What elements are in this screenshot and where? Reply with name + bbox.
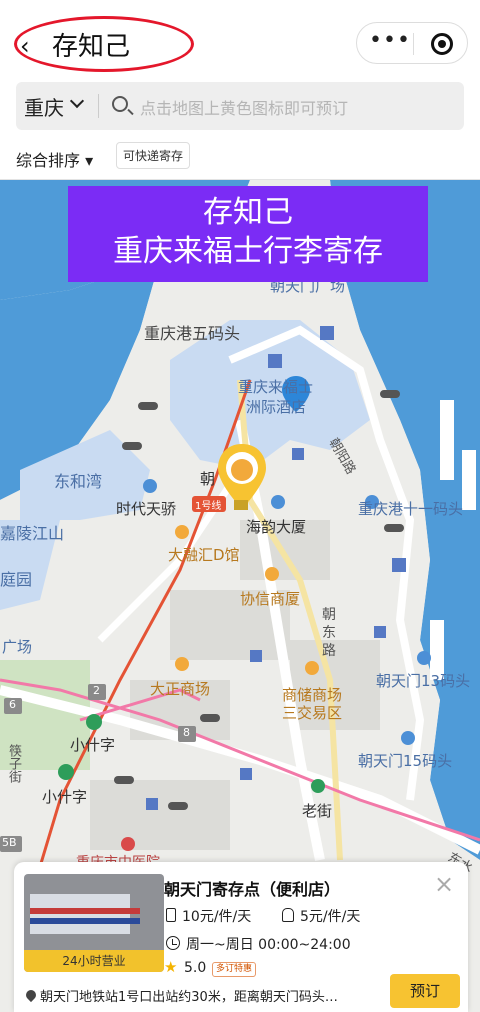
label-tingyuan: 庭园	[0, 570, 33, 589]
label-laifushi-1: 重庆来福士	[238, 378, 314, 396]
search-icon	[112, 96, 128, 112]
label-dongheman: 东和湾	[54, 472, 103, 491]
rating-value: 5.0	[184, 960, 207, 976]
price-large: 5元/件/天	[300, 909, 361, 925]
store-name: 朝天门寄存点（便利店）	[164, 880, 341, 899]
label-chaodong-3: 路	[322, 643, 336, 659]
label-wumatou: 重庆港五码头	[144, 324, 241, 343]
label-dazheng: 大正商场	[150, 680, 211, 698]
large-luggage-icon	[282, 908, 294, 922]
label-kuaijie: 筷子街	[6, 744, 21, 783]
label-guangchang: 广场	[2, 638, 33, 656]
discount-badge: 多订特惠	[212, 962, 257, 977]
top-header: ‹ 存知己 ••• 重庆 点击地图上黄色图标即可预订 综合排序 ▾ 可快递寄存	[0, 0, 480, 180]
thumb-stripe-blue	[30, 918, 140, 924]
thumb-sign	[30, 894, 130, 934]
business-hours: 周一~周日 00:00~24:00	[186, 937, 351, 953]
city-selector[interactable]: 重庆	[24, 92, 64, 121]
location-pin-icon	[23, 987, 39, 1003]
label-laifushi-2: 洲际酒店	[246, 398, 307, 416]
search-bar[interactable]: 重庆 点击地图上黄色图标即可预订	[16, 82, 464, 130]
label-shangchu-2: 三交易区	[282, 704, 343, 722]
label-xiaoshizi-2: 小什字	[42, 788, 88, 806]
road-plate-2-text: 2	[93, 684, 100, 697]
open-hours-badge: 24小时营业	[24, 950, 164, 972]
store-card[interactable]: 24小时营业 × 朝天门寄存点（便利店） 10元/件/天 5元/件/天 周一~周…	[14, 862, 468, 1012]
miniprogram-capsule: •••	[356, 22, 468, 64]
banner-line-2: 重庆来福士行李寄存	[113, 234, 383, 269]
search-divider	[98, 94, 99, 118]
close-miniprogram-icon[interactable]	[431, 33, 453, 55]
label-chaodong-2: 东	[322, 625, 336, 641]
star-icon: ★	[164, 958, 178, 976]
label-darong: 大融汇D馆	[168, 546, 240, 564]
store-address: 朝天门地铁站1号口出站约30米，距离朝天门码头…	[40, 990, 338, 1005]
close-icon[interactable]: ×	[434, 870, 454, 898]
clock-icon	[166, 936, 180, 950]
thumb-stripe-red	[30, 908, 140, 914]
banner-line-1: 存知己	[203, 195, 293, 230]
label-chaodong-1: 朝	[322, 607, 336, 623]
red-highlight-circle	[14, 16, 194, 72]
metro-line-badge-text: 1号线	[195, 501, 222, 512]
label-chaoyang-road: 朝阳路	[325, 435, 359, 478]
chevron-down-icon[interactable]	[69, 93, 85, 109]
search-placeholder[interactable]: 点击地图上黄色图标即可预订	[140, 95, 348, 119]
book-button[interactable]: 预订	[390, 974, 460, 1008]
label-jialingjiang: 嘉陵江山	[0, 524, 65, 543]
sort-dropdown[interactable]: 综合排序 ▾	[16, 147, 93, 171]
road-plate-5b-text: 5B	[2, 836, 17, 849]
label-xiexin: 协信商厦	[240, 590, 301, 608]
road-plate-8-text: 8	[183, 726, 190, 739]
label-chao-fragment: 朝	[200, 470, 216, 488]
more-icon[interactable]: •••	[369, 27, 410, 59]
small-luggage-icon	[166, 908, 176, 922]
road-plate-6-text: 6	[9, 698, 16, 711]
label-xiaoshizi-1: 小什字	[70, 736, 116, 754]
price-small: 10元/件/天	[182, 909, 252, 925]
label-chaotianmen13: 朝天门13码头	[376, 672, 471, 690]
label-gang11: 重庆港十一码头	[358, 500, 464, 518]
label-laojie: 老街	[302, 802, 333, 820]
label-haiyun: 海韵大厦	[246, 518, 307, 536]
label-shidaitianjiao: 时代天骄	[116, 500, 177, 518]
capsule-divider	[413, 33, 414, 55]
express-filter-tag[interactable]: 可快递寄存	[116, 142, 191, 169]
promo-banner: 存知己 重庆来福士行李寄存	[68, 186, 428, 282]
label-chaotianmen15: 朝天门15码头	[358, 752, 453, 770]
